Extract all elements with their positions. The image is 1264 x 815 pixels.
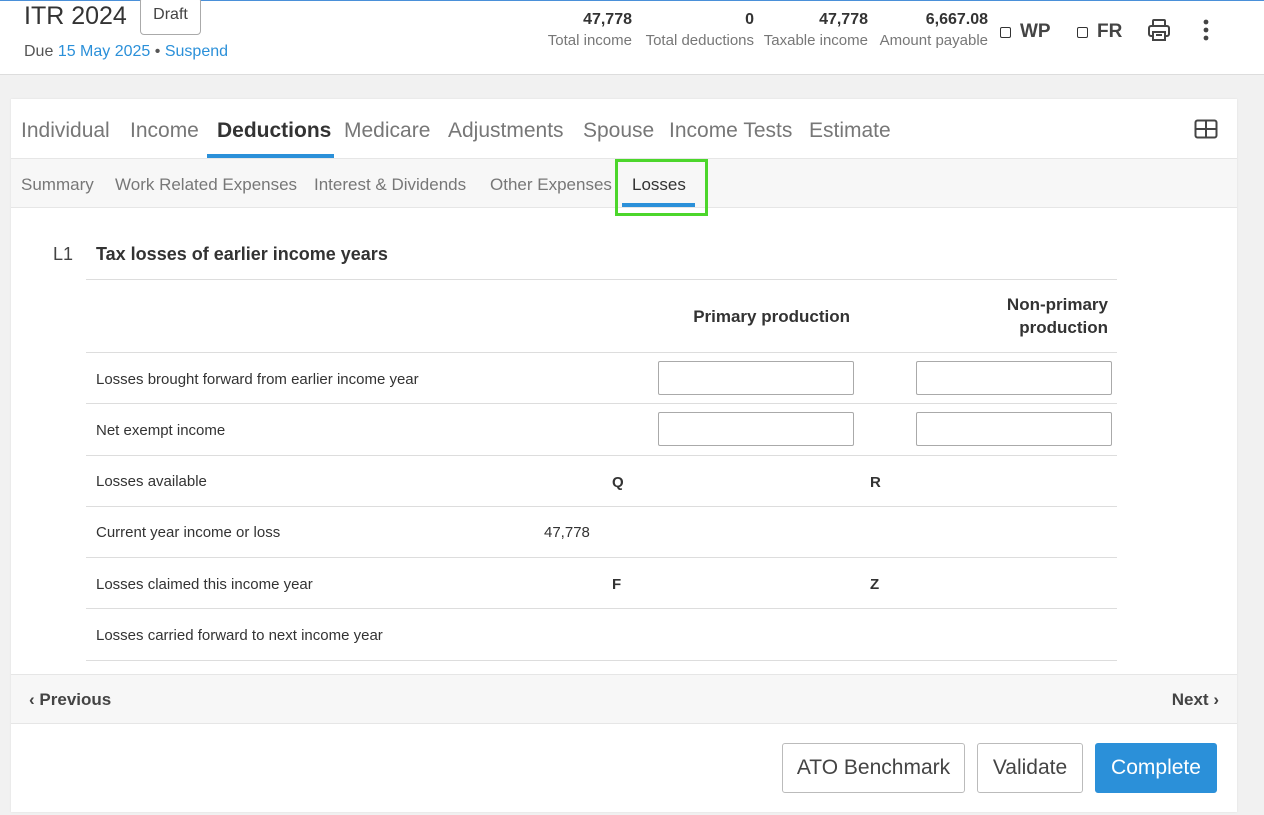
active-tab-indicator (207, 154, 334, 158)
losses-brought-forward-nonprimary-input[interactable] (916, 361, 1112, 395)
row-label-current-year-income: Current year income or loss (96, 524, 281, 541)
col-head-nonprimary: Non-primary production (1007, 293, 1108, 339)
tab-income[interactable]: Income (130, 119, 199, 143)
validate-button[interactable]: Validate (977, 743, 1083, 793)
due-line: Due 15 May 2025 • Suspend (24, 43, 228, 61)
label-z: Z (870, 576, 880, 593)
separator: • (154, 43, 161, 60)
status-badge: Draft (140, 0, 201, 35)
previous-label: Previous (39, 690, 112, 709)
stat-value: 47,778 (583, 11, 632, 28)
wp-checkbox[interactable]: WP (1000, 21, 1051, 43)
tab-spouse[interactable]: Spouse (583, 119, 654, 143)
col-head-line: Non-primary (1006, 295, 1108, 314)
subtab-losses[interactable]: Losses (632, 175, 686, 195)
footer-nav: ‹ Previous Next › (11, 674, 1237, 724)
divider (86, 608, 1117, 609)
checkbox-box[interactable] (1000, 26, 1011, 38)
tab-adjustments[interactable]: Adjustments (448, 119, 564, 143)
return-card: Individual Income Deductions Medicare Ad… (11, 99, 1237, 812)
subtab-work-related-expenses[interactable]: Work Related Expenses (115, 175, 297, 195)
previous-button[interactable]: ‹ Previous (29, 690, 111, 710)
active-subtab-indicator (622, 203, 695, 207)
net-exempt-income-primary-input[interactable] (658, 412, 854, 446)
tab-estimate[interactable]: Estimate (809, 119, 891, 143)
next-label: Next (1171, 690, 1209, 709)
next-button[interactable]: Next › (1172, 690, 1219, 710)
stat-label: Taxable income (763, 32, 868, 49)
section-code: L1 (53, 244, 74, 264)
grid-view-icon[interactable] (1194, 119, 1218, 139)
ato-benchmark-button[interactable]: ATO Benchmark (782, 743, 965, 793)
col-head-line: production (1019, 318, 1108, 337)
losses-brought-forward-primary-input[interactable] (658, 361, 854, 395)
tab-medicare[interactable]: Medicare (344, 119, 430, 143)
stat-amount-payable: 6,667.08 Amount payable (880, 10, 988, 52)
subtab-summary[interactable]: Summary (21, 175, 94, 195)
divider (86, 352, 1117, 353)
suspend-link[interactable]: Suspend (165, 43, 228, 60)
row-label-losses-claimed: Losses claimed this income year (96, 576, 313, 593)
chevron-right-icon: › (1213, 690, 1219, 709)
row-label-losses-carried-forward: Losses carried forward to next income ye… (96, 627, 383, 644)
subtab-interest-dividends[interactable]: Interest & Dividends (314, 175, 466, 195)
divider (86, 403, 1117, 404)
stat-taxable-income: 47,778 Taxable income (764, 10, 868, 52)
row-label-net-exempt-income: Net exempt income (96, 422, 226, 439)
due-date-link[interactable]: 15 May 2025 (58, 43, 151, 60)
tab-income-tests[interactable]: Income Tests (669, 119, 792, 143)
due-prefix: Due (24, 43, 54, 60)
stat-value: 47,778 (819, 11, 868, 28)
subtab-other-expenses[interactable]: Other Expenses (490, 175, 612, 195)
net-exempt-income-nonprimary-input[interactable] (916, 412, 1112, 446)
fr-checkbox[interactable]: FR (1077, 21, 1122, 43)
kebab-icon[interactable] (1196, 17, 1216, 43)
return-title: ITR 2024 (24, 2, 127, 30)
row-label-losses-available: Losses available (96, 473, 207, 490)
header: ITR 2024 Draft Due 15 May 2025 • Suspend… (0, 0, 1264, 75)
sub-tabs: Summary Work Related Expenses Interest &… (11, 159, 1237, 216)
label-r: R (870, 474, 881, 491)
tab-deductions[interactable]: Deductions (217, 119, 331, 143)
divider (86, 506, 1117, 507)
stat-value: 0 (745, 11, 754, 28)
tab-individual[interactable]: Individual (21, 119, 110, 143)
checkbox-box[interactable] (1077, 26, 1088, 38)
complete-button[interactable]: Complete (1095, 743, 1217, 793)
stat-total-income: 47,778 Total income (548, 10, 632, 52)
checkbox-label: FR (1097, 21, 1123, 42)
divider (86, 279, 1117, 280)
col-head-primary: Primary production (693, 307, 850, 326)
main-tabs: Individual Income Deductions Medicare Ad… (11, 99, 1237, 159)
stat-label: Total deductions (645, 32, 754, 49)
label-q: Q (612, 474, 624, 491)
label-f: F (612, 576, 622, 593)
divider (86, 455, 1117, 456)
stat-label: Amount payable (879, 32, 988, 49)
print-icon[interactable] (1146, 17, 1172, 43)
stat-total-deductions: 0 Total deductions (646, 10, 754, 52)
checkbox-label: WP (1020, 21, 1051, 42)
row-label-losses-brought-forward: Losses brought forward from earlier inco… (96, 371, 419, 388)
stat-value: 6,667.08 (925, 11, 988, 28)
section-title: Tax losses of earlier income years (96, 244, 388, 264)
stat-label: Total income (547, 32, 632, 49)
divider (86, 660, 1117, 661)
current-year-income-value: 47,778 (544, 524, 590, 541)
chevron-left-icon: ‹ (29, 690, 35, 709)
divider (86, 557, 1117, 558)
